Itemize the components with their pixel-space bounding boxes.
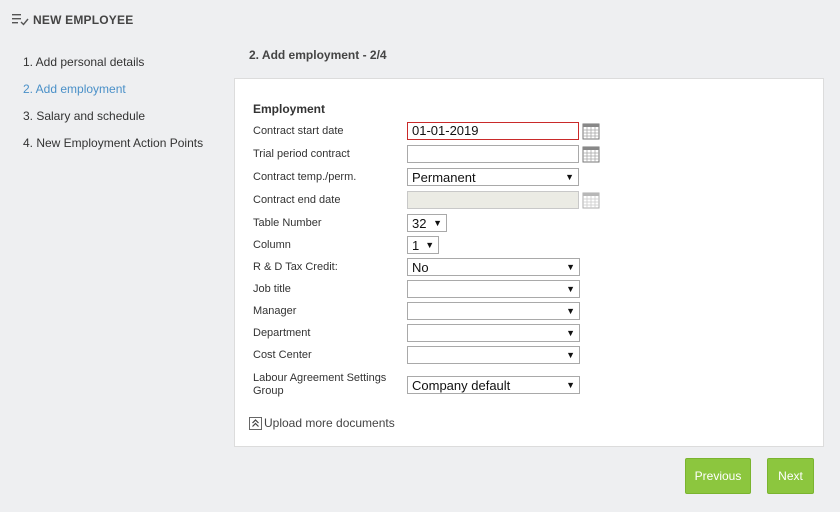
step-employment[interactable]: 2. Add employment xyxy=(23,81,203,108)
column-value: 1 xyxy=(412,237,420,253)
job-title-row: Job title ▼ xyxy=(253,279,580,299)
manager-row: Manager ▼ xyxy=(253,301,580,321)
next-button[interactable]: Next xyxy=(767,458,814,494)
caret-down-icon: ▼ xyxy=(566,262,575,272)
previous-button[interactable]: Previous xyxy=(685,458,751,494)
page-title: NEW EMPLOYEE xyxy=(33,13,134,27)
cost-center-select[interactable]: ▼ xyxy=(407,346,580,364)
contract-end-date-input xyxy=(407,191,579,209)
calendar-icon xyxy=(582,192,600,209)
department-row: Department ▼ xyxy=(253,323,580,343)
list-check-icon xyxy=(12,14,29,26)
cost-center-row: Cost Center ▼ xyxy=(253,345,580,365)
contract-type-row: Contract temp./perm. Permanent ▼ xyxy=(253,167,579,187)
job-title-select[interactable]: ▼ xyxy=(407,280,580,298)
contract-end-date-row: Contract end date xyxy=(253,190,600,210)
section-title: 2. Add employment - 2/4 xyxy=(249,48,387,62)
job-title-label: Job title xyxy=(253,282,291,295)
contract-type-value: Permanent xyxy=(412,169,476,185)
table-number-row: Table Number 32 ▼ xyxy=(253,213,447,233)
column-select[interactable]: 1 ▼ xyxy=(407,236,439,254)
labour-agreement-value: Company default xyxy=(412,377,511,393)
caret-down-icon: ▼ xyxy=(566,380,575,390)
employment-form-panel: Employment Contract start date 01-01-201… xyxy=(234,78,824,447)
table-number-select[interactable]: 32 ▼ xyxy=(407,214,447,232)
manager-label: Manager xyxy=(253,304,297,317)
department-label: Department xyxy=(253,326,311,339)
upload-label: Upload more documents xyxy=(264,416,395,430)
caret-down-icon: ▼ xyxy=(566,284,575,294)
table-number-value: 32 xyxy=(412,215,427,231)
manager-select[interactable]: ▼ xyxy=(407,302,580,320)
caret-down-icon: ▼ xyxy=(566,328,575,338)
table-number-label: Table Number xyxy=(253,216,322,229)
step-action-points[interactable]: 4. New Employment Action Points xyxy=(23,135,203,162)
trial-period-label: Trial period contract xyxy=(253,147,350,160)
step-salary-schedule[interactable]: 3. Salary and schedule xyxy=(23,108,203,135)
calendar-icon[interactable] xyxy=(582,122,600,140)
contract-start-date-label: Contract start date xyxy=(253,124,344,137)
contract-type-label: Contract temp./perm. xyxy=(253,170,357,183)
rd-tax-credit-select[interactable]: No ▼ xyxy=(407,258,580,276)
wizard-steps: 1. Add personal details 2. Add employmen… xyxy=(23,54,203,162)
caret-down-icon: ▼ xyxy=(566,306,575,316)
labour-agreement-label: Labour Agreement Settings Group xyxy=(253,372,387,397)
column-label: Column xyxy=(253,238,291,251)
caret-down-icon: ▼ xyxy=(433,218,442,228)
column-row: Column 1 ▼ xyxy=(253,235,439,255)
page-header: NEW EMPLOYEE xyxy=(12,10,133,30)
rd-tax-credit-value: No xyxy=(412,259,429,275)
caret-down-icon: ▼ xyxy=(566,350,575,360)
caret-down-icon: ▼ xyxy=(425,240,435,250)
department-select[interactable]: ▼ xyxy=(407,324,580,342)
form-group-title: Employment xyxy=(253,102,326,116)
rd-tax-credit-row: R & D Tax Credit: No ▼ xyxy=(253,257,580,277)
contract-type-select[interactable]: Permanent ▼ xyxy=(407,168,579,186)
upload-more-documents[interactable]: Upload more documents xyxy=(249,416,395,430)
contract-end-date-label: Contract end date xyxy=(253,193,341,206)
cost-center-label: Cost Center xyxy=(253,348,312,361)
labour-agreement-select[interactable]: Company default ▼ xyxy=(407,376,580,394)
double-chevron-up-icon xyxy=(249,416,262,430)
contract-start-date-row: Contract start date 01-01-2019 xyxy=(253,121,600,141)
labour-agreement-row: Labour Agreement Settings Group Company … xyxy=(253,371,580,399)
trial-period-row: Trial period contract xyxy=(253,144,600,164)
contract-start-date-input[interactable]: 01-01-2019 xyxy=(407,122,579,140)
trial-period-input[interactable] xyxy=(407,145,579,163)
step-personal-details[interactable]: 1. Add personal details xyxy=(23,54,203,81)
rd-tax-credit-label: R & D Tax Credit: xyxy=(253,260,338,273)
calendar-icon[interactable] xyxy=(582,145,600,163)
caret-down-icon: ▼ xyxy=(565,172,574,182)
